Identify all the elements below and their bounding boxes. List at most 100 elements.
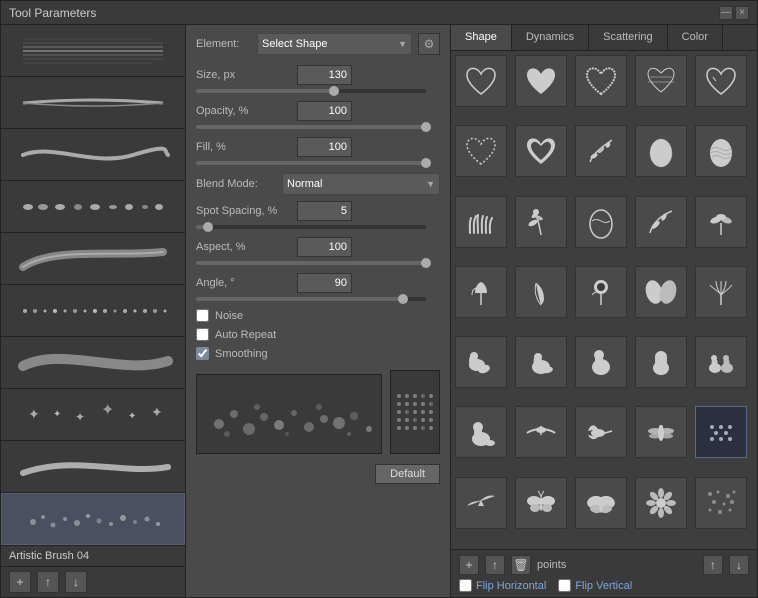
opacity-value[interactable]: 100 — [297, 101, 352, 121]
list-item[interactable] — [515, 125, 567, 177]
aspect-slider[interactable] — [196, 261, 426, 265]
export-shape-button[interactable]: ↑ — [485, 555, 505, 575]
spot-spacing-slider[interactable] — [196, 225, 426, 229]
shape-svg — [642, 132, 680, 170]
list-item[interactable] — [695, 125, 747, 177]
list-item[interactable] — [455, 406, 507, 458]
shape-svg — [702, 413, 740, 451]
fill-value[interactable]: 100 — [297, 137, 352, 157]
list-item[interactable]: ✦ ✦ ✦ ✦ ✦ ✦ — [1, 389, 185, 441]
default-btn-row: Default — [196, 464, 440, 484]
list-item[interactable] — [695, 477, 747, 529]
list-item[interactable] — [635, 477, 687, 529]
list-item[interactable] — [515, 406, 567, 458]
size-value[interactable]: 130 — [297, 65, 352, 85]
points-label: points — [537, 559, 697, 571]
tab-dynamics[interactable]: Dynamics — [512, 25, 589, 50]
list-item[interactable] — [575, 336, 627, 388]
list-item[interactable] — [1, 493, 185, 545]
list-item[interactable] — [575, 406, 627, 458]
brush-list-panel: ✦ ✦ ✦ ✦ ✦ ✦ — [1, 25, 186, 597]
tab-scattering[interactable]: Scattering — [589, 25, 668, 50]
list-item[interactable] — [515, 196, 567, 248]
list-item[interactable] — [1, 285, 185, 337]
flip-vertical-checkbox[interactable] — [558, 579, 571, 592]
add-brush-button[interactable]: + — [9, 571, 31, 593]
list-item[interactable] — [1, 25, 185, 77]
size-row: Size, px 130 — [196, 65, 440, 85]
tab-color[interactable]: Color — [668, 25, 723, 50]
sort-up-button[interactable]: ↑ — [703, 555, 723, 575]
size-slider[interactable] — [196, 89, 426, 93]
list-item[interactable] — [455, 477, 507, 529]
list-item[interactable] — [695, 266, 747, 318]
smoothing-checkbox[interactable] — [196, 347, 209, 360]
list-item[interactable] — [635, 196, 687, 248]
list-item[interactable] — [635, 125, 687, 177]
angle-value[interactable]: 90 — [297, 273, 352, 293]
angle-slider-thumb[interactable] — [398, 294, 408, 304]
list-item[interactable] — [575, 477, 627, 529]
shape-tabs: Shape Dynamics Scattering Color — [451, 25, 757, 51]
list-item[interactable] — [635, 406, 687, 458]
add-shape-button[interactable]: + — [459, 555, 479, 575]
list-item[interactable] — [635, 336, 687, 388]
shape-svg — [582, 273, 620, 311]
title-bar-controls: — × — [719, 6, 749, 20]
list-item[interactable] — [515, 266, 567, 318]
list-item[interactable] — [455, 266, 507, 318]
opacity-slider[interactable] — [196, 125, 426, 129]
list-item[interactable] — [455, 196, 507, 248]
list-item[interactable] — [1, 181, 185, 233]
list-item[interactable] — [575, 55, 627, 107]
flip-horizontal-checkbox[interactable] — [459, 579, 472, 592]
aspect-value[interactable]: 100 — [297, 237, 352, 257]
list-item[interactable] — [695, 406, 747, 458]
opacity-slider-fill — [196, 125, 426, 129]
list-item[interactable] — [455, 125, 507, 177]
blend-mode-dropdown[interactable]: Normal ▼ — [282, 173, 440, 195]
list-item[interactable] — [455, 336, 507, 388]
aspect-slider-thumb[interactable] — [421, 258, 431, 268]
spot-spacing-value[interactable]: 5 — [297, 201, 352, 221]
list-item[interactable] — [1, 441, 185, 493]
fill-slider[interactable] — [196, 161, 426, 165]
list-item[interactable] — [635, 55, 687, 107]
blend-mode-value: Normal — [287, 178, 322, 190]
list-item[interactable] — [515, 477, 567, 529]
export-brush-button[interactable]: ↑ — [37, 571, 59, 593]
list-item[interactable] — [575, 125, 627, 177]
size-slider-thumb[interactable] — [329, 86, 339, 96]
list-item[interactable] — [575, 196, 627, 248]
list-item[interactable] — [1, 129, 185, 181]
list-item[interactable] — [515, 55, 567, 107]
angle-slider[interactable] — [196, 297, 426, 301]
list-item[interactable] — [1, 233, 185, 285]
list-item[interactable] — [1, 337, 185, 389]
list-item[interactable] — [455, 55, 507, 107]
delete-shape-button[interactable]: 🗑 — [511, 555, 531, 575]
close-button[interactable]: × — [735, 6, 749, 20]
minimize-button[interactable]: — — [719, 6, 733, 20]
noise-checkbox[interactable] — [196, 309, 209, 322]
preview-section — [196, 370, 440, 454]
fill-slider-thumb[interactable] — [421, 158, 431, 168]
blend-dropdown-arrow-icon: ▼ — [426, 179, 435, 189]
import-brush-button[interactable]: ↓ — [65, 571, 87, 593]
opacity-slider-thumb[interactable] — [421, 122, 431, 132]
spot-slider-thumb[interactable] — [203, 222, 213, 232]
list-item[interactable] — [575, 266, 627, 318]
list-item[interactable] — [695, 55, 747, 107]
element-dropdown[interactable]: Select Shape ▼ — [257, 33, 412, 55]
list-item[interactable] — [695, 196, 747, 248]
angle-row: Angle, ° 90 — [196, 273, 440, 293]
default-button[interactable]: Default — [375, 464, 440, 484]
list-item[interactable] — [635, 266, 687, 318]
list-item[interactable] — [1, 77, 185, 129]
list-item[interactable] — [695, 336, 747, 388]
gear-button[interactable]: ⚙ — [418, 33, 440, 55]
list-item[interactable] — [515, 336, 567, 388]
sort-down-button[interactable]: ↓ — [729, 555, 749, 575]
tab-shape[interactable]: Shape — [451, 25, 512, 50]
auto-repeat-checkbox[interactable] — [196, 328, 209, 341]
